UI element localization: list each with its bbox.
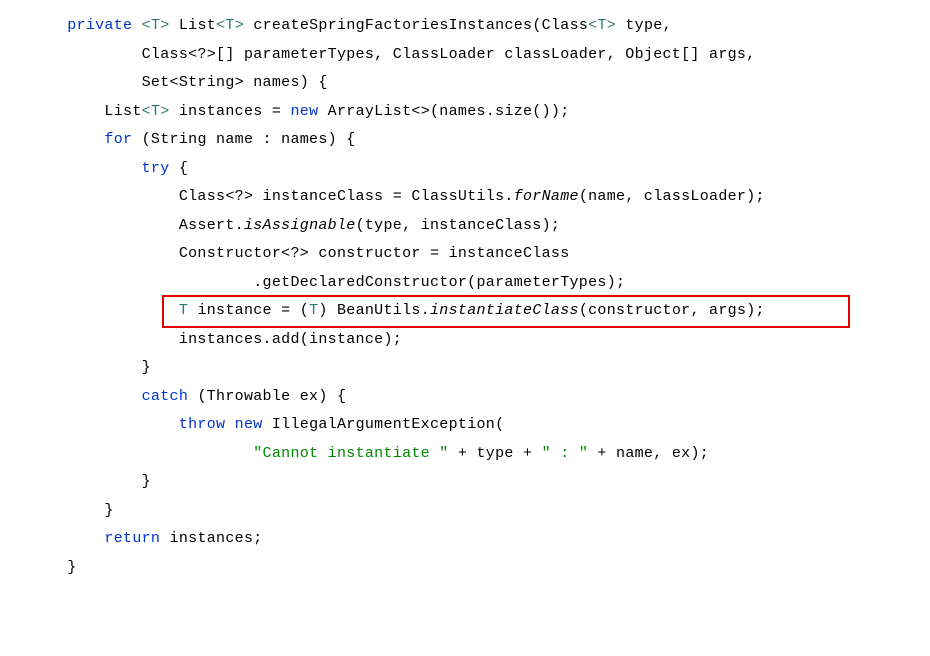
text: (name, classLoader);: [579, 188, 765, 205]
code-line-1: private <T> List<T> createSpringFactorie…: [30, 12, 900, 41]
code-line-4: List<T> instances = new ArrayList<>(name…: [30, 98, 900, 127]
brace: }: [142, 359, 151, 376]
code-line-7: Class<?> instanceClass = ClassUtils.forN…: [30, 183, 900, 212]
keyword-catch: catch: [142, 388, 189, 405]
type-param: <T>: [142, 17, 170, 34]
rest: type,: [616, 17, 672, 34]
text: (type, instanceClass);: [356, 217, 561, 234]
text: instance = (: [188, 302, 309, 319]
text: .getDeclaredConstructor(parameterTypes);: [253, 274, 625, 291]
rest: IllegalArgumentException(: [263, 416, 505, 433]
keyword-private: private: [67, 17, 132, 34]
brace: }: [67, 559, 76, 576]
string-literal: "Cannot instantiate ": [253, 445, 448, 462]
params-cont: Class<?>[] parameterTypes, ClassLoader c…: [142, 46, 756, 63]
rest: instances;: [160, 530, 262, 547]
type-param: <T>: [142, 103, 170, 120]
text: + name, ex);: [588, 445, 709, 462]
var: instances =: [170, 103, 291, 120]
rest: ArrayList<>(names.size());: [318, 103, 569, 120]
text: (constructor, args);: [579, 302, 765, 319]
type-list: List: [104, 103, 141, 120]
string-literal: " : ": [542, 445, 589, 462]
text: Class<?> instanceClass = ClassUtils.: [179, 188, 514, 205]
brace: }: [104, 502, 113, 519]
type-param: <T>: [588, 17, 616, 34]
keyword-new: new: [235, 416, 263, 433]
code-line-10: .getDeclaredConstructor(parameterTypes);: [30, 269, 900, 298]
text: instances.add(instance);: [179, 331, 402, 348]
code-line-14: catch (Throwable ex) {: [30, 383, 900, 412]
code-line-9: Constructor<?> constructor = instanceCla…: [30, 240, 900, 269]
rest: {: [170, 160, 189, 177]
rest: (String name : names) {: [132, 131, 355, 148]
params-end: Set<String> names) {: [142, 74, 328, 91]
method-name: createSpringFactoriesInstances: [253, 17, 532, 34]
static-method: forName: [514, 188, 579, 205]
keyword-for: for: [104, 131, 132, 148]
brace: }: [142, 473, 151, 490]
code-line-8: Assert.isAssignable(type, instanceClass)…: [30, 212, 900, 241]
params-start: (Class: [532, 17, 588, 34]
keyword-try: try: [142, 160, 170, 177]
type-param: T: [179, 302, 188, 319]
code-line-3: Set<String> names) {: [30, 69, 900, 98]
static-method: isAssignable: [244, 217, 356, 234]
static-method: instantiateClass: [430, 302, 579, 319]
code-line-18: }: [30, 497, 900, 526]
code-line-13: }: [30, 354, 900, 383]
code-line-6: try {: [30, 155, 900, 184]
code-line-2: Class<?>[] parameterTypes, ClassLoader c…: [30, 41, 900, 70]
keyword-new: new: [290, 103, 318, 120]
code-line-20: }: [30, 554, 900, 583]
text: ) BeanUtils.: [318, 302, 430, 319]
code-line-19: return instances;: [30, 525, 900, 554]
code-line-16: "Cannot instantiate " + type + " : " + n…: [30, 440, 900, 469]
type-list: List: [179, 17, 216, 34]
code-line-17: }: [30, 468, 900, 497]
type-param: T: [309, 302, 318, 319]
code-line-5: for (String name : names) {: [30, 126, 900, 155]
rest: (Throwable ex) {: [188, 388, 346, 405]
code-line-15: throw new IllegalArgumentException(: [30, 411, 900, 440]
keyword-throw: throw: [179, 416, 226, 433]
text: Constructor<?> constructor = instanceCla…: [179, 245, 570, 262]
code-line-12: instances.add(instance);: [30, 326, 900, 355]
code-line-11: T instance = (T) BeanUtils.instantiateCl…: [30, 297, 900, 326]
highlighted-line-wrapper: T instance = (T) BeanUtils.instantiateCl…: [30, 297, 900, 326]
text: Assert.: [179, 217, 244, 234]
text: + type +: [449, 445, 542, 462]
keyword-return: return: [104, 530, 160, 547]
type-param: <T>: [216, 17, 244, 34]
code-block: private <T> List<T> createSpringFactorie…: [30, 12, 900, 582]
